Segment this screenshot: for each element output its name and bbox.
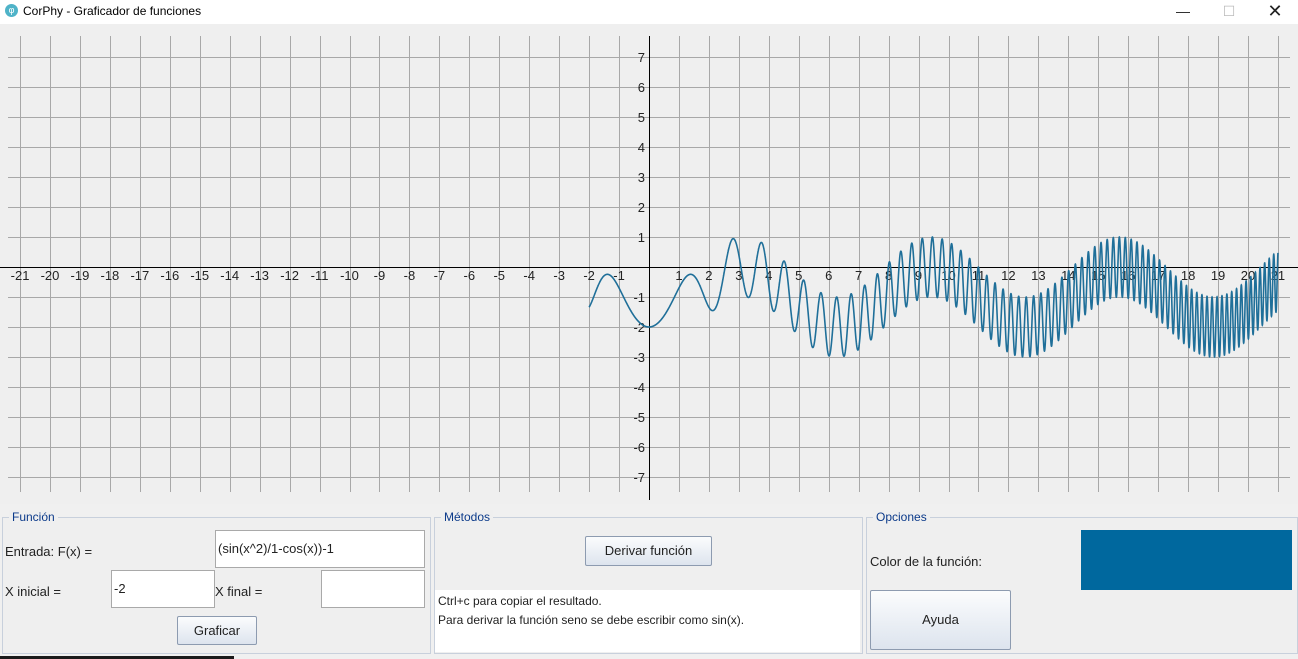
- opciones-panel: Opciones Color de la función: Ayuda: [866, 510, 1298, 654]
- y-tick-label: -7: [633, 470, 645, 485]
- color-swatch[interactable]: [1081, 530, 1292, 590]
- x-tick-label: -20: [41, 268, 60, 283]
- derivar-button[interactable]: Derivar función: [585, 536, 712, 566]
- x-tick-label: -5: [493, 268, 505, 283]
- y-tick-label: 1: [638, 230, 645, 245]
- x-tick-label: -10: [340, 268, 359, 283]
- x-tick-label: -15: [190, 268, 209, 283]
- info-sine-hint: Para derivar la función seno se debe esc…: [438, 613, 745, 627]
- result-output[interactable]: Ctrl+c para copiar el resultado. Para de…: [435, 590, 860, 652]
- y-tick-label: -5: [633, 410, 645, 425]
- x-tick-label: -8: [404, 268, 416, 283]
- x-tick-label: -9: [374, 268, 386, 283]
- funcion-panel-title: Función: [9, 510, 58, 524]
- y-tick-label: 3: [638, 170, 645, 185]
- x-tick-label: 18: [1181, 268, 1195, 283]
- metodos-panel: Métodos Derivar función Ctrl+c para copi…: [434, 510, 863, 654]
- ayuda-button[interactable]: Ayuda: [870, 590, 1011, 650]
- x-tick-label: 5: [795, 268, 802, 283]
- y-tick-label: 2: [638, 200, 645, 215]
- x-tick-label: -17: [130, 268, 149, 283]
- x-tick-label: 12: [1001, 268, 1015, 283]
- x-tick-label: -12: [280, 268, 299, 283]
- function-plot: -21 -20 -19 -18 -17 -16 -15 -14 -13 -12 -11 -10 -9 -8…: [0, 36, 1298, 500]
- x-tick-label: -18: [101, 268, 120, 283]
- y-tick-label: 4: [638, 140, 645, 155]
- x-tick-label: 7: [855, 268, 862, 283]
- x-tick-label: -4: [523, 268, 535, 283]
- color-label: Color de la función:: [870, 554, 983, 569]
- y-tick-label: 6: [638, 80, 645, 95]
- x-tick-label: -11: [311, 268, 329, 283]
- x-final-input[interactable]: [321, 570, 425, 608]
- x-tick-label: -16: [160, 268, 179, 283]
- x-tick-label: -3: [553, 268, 565, 283]
- x-tick-label: -6: [464, 268, 476, 283]
- y-tick-label: -1: [633, 290, 645, 305]
- x-tick-label: 1: [675, 268, 682, 283]
- graficar-button[interactable]: Graficar: [177, 616, 257, 645]
- app-icon: φ: [5, 4, 18, 17]
- y-tick-label: -4: [633, 380, 645, 395]
- x-tick-label: -19: [71, 268, 90, 283]
- x-tick-label: 19: [1211, 268, 1225, 283]
- y-tick-label: -6: [633, 440, 645, 455]
- x-inicial-input[interactable]: -2: [111, 570, 215, 608]
- x-tick-label: 20: [1241, 268, 1255, 283]
- x-tick-label: -21: [11, 268, 30, 283]
- x-tick-label: 2: [705, 268, 712, 283]
- function-curve: [588, 235, 1279, 358]
- close-button[interactable]: ✕: [1252, 0, 1298, 24]
- minimize-button[interactable]: —: [1160, 0, 1206, 24]
- function-input[interactable]: (sin(x^2)/1-cos(x))-1: [215, 530, 425, 568]
- x-tick-label: -7: [434, 268, 446, 283]
- y-tick-label: -3: [633, 350, 645, 365]
- x-tick-label: -2: [583, 268, 595, 283]
- entrada-label: Entrada: F(x) =: [5, 544, 93, 559]
- x-final-label: X final =: [215, 584, 263, 599]
- metodos-panel-title: Métodos: [441, 510, 494, 524]
- maximize-button[interactable]: ☐: [1206, 0, 1252, 24]
- x-tick-label: -13: [250, 268, 269, 283]
- funcion-panel: Función Entrada: F(x) = (sin(x^2)/1-cos(…: [2, 510, 431, 654]
- y-tick-label: 5: [638, 110, 645, 125]
- title-bar: φ CorPhy - Graficador de funciones — ☐ ✕: [0, 0, 1298, 24]
- y-tick-label: 7: [638, 50, 645, 65]
- x-tick-label: 6: [825, 268, 832, 283]
- x-tick-label: -14: [220, 268, 239, 283]
- opciones-panel-title: Opciones: [873, 510, 930, 524]
- x-inicial-label: X inicial =: [5, 584, 61, 599]
- graph-canvas[interactable]: -21 -20 -19 -18 -17 -16 -15 -14 -13 -12 -11 -10 -9 -8…: [0, 24, 1298, 504]
- x-tick-label: 13: [1031, 268, 1045, 283]
- info-copy-hint: Ctrl+c para copiar el resultado.: [438, 594, 602, 608]
- window-title: CorPhy - Graficador de funciones: [23, 4, 202, 18]
